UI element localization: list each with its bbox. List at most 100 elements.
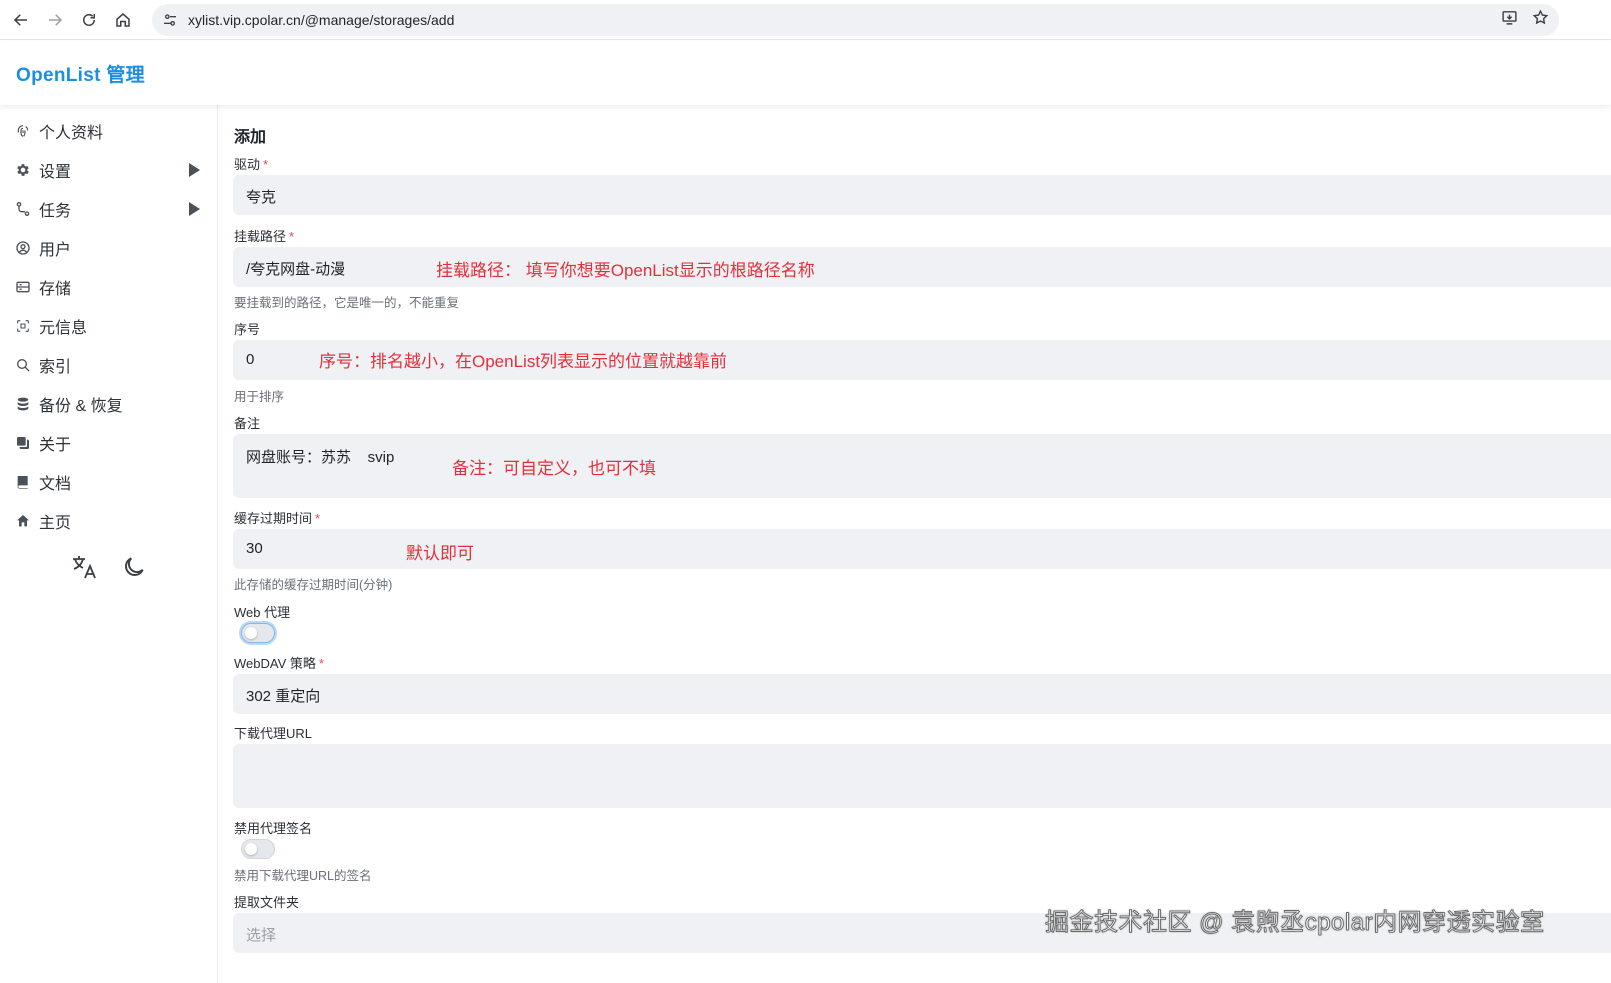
order-annotation: 序号：排名越小，在OpenList列表显示的位置就越靠前: [319, 352, 728, 371]
webdav-policy-value: 302 重定向: [246, 688, 321, 705]
brand-title[interactable]: OpenList 管理: [16, 60, 145, 87]
remark-annotation: 备注：可自定义，也可不填: [452, 459, 656, 478]
sidebar-item-settings[interactable]: 设置: [0, 150, 217, 189]
cache-expiration-annotation: 默认即可: [406, 544, 474, 563]
url-text[interactable]: xylist.vip.cpolar.cn/@manage/storages/ad…: [188, 12, 454, 28]
page-title: 添加: [234, 129, 267, 146]
download-proxy-url-label: 下载代理URL: [234, 723, 312, 742]
mount-path-label: 挂载路径 *: [234, 226, 294, 245]
install-app-icon[interactable]: [1501, 9, 1518, 31]
webdav-policy-label-text: WebDAV 策略: [234, 656, 316, 671]
cache-expiration-label-text: 缓存过期时间: [234, 511, 313, 526]
home-icon: [15, 513, 31, 529]
database-icon: [15, 396, 31, 412]
order-help: 用于排序: [234, 390, 285, 404]
user-circle-icon: [15, 240, 31, 256]
book-icon: [15, 474, 31, 490]
back-icon[interactable]: [4, 3, 38, 37]
sidebar-item-indexes[interactable]: 索引: [0, 345, 217, 384]
sidebar-item-label: 任务: [39, 202, 72, 220]
metadata-icon: [15, 318, 31, 334]
storage-icon: [15, 279, 31, 295]
remark-value: 网盘账号：苏苏 svip: [246, 449, 395, 466]
reload-icon[interactable]: [72, 3, 106, 37]
extract-folder-label: 提取文件夹: [234, 892, 299, 911]
order-label-text: 序号: [234, 322, 261, 337]
sidebar-item-label: 文档: [39, 475, 72, 493]
order-value: 0: [246, 351, 255, 368]
order-label: 序号: [234, 319, 260, 338]
driver-label-text: 驱动: [234, 157, 261, 172]
app-header: OpenList 管理: [0, 41, 1611, 105]
expand-caret-icon[interactable]: [189, 163, 200, 177]
sidebar-item-label: 索引: [39, 358, 72, 376]
sidebar-item-label: 用户: [39, 241, 72, 259]
sidebar-item-label: 备份 & 恢复: [39, 397, 123, 415]
moon-icon[interactable]: [120, 553, 148, 581]
remark-label-text: 备注: [234, 416, 261, 431]
cache-expiration-label: 缓存过期时间 *: [234, 508, 320, 527]
required-mark: *: [289, 229, 295, 244]
bookmark-star-icon[interactable]: [1532, 9, 1549, 31]
sidebar-item-label: 主页: [39, 514, 72, 532]
extract-folder-placeholder: 选择: [246, 927, 277, 944]
webdav-policy-label: WebDAV 策略 *: [234, 653, 324, 672]
forward-icon[interactable]: [38, 3, 72, 37]
copy-icon: [15, 435, 31, 451]
address-bar[interactable]: xylist.vip.cpolar.cn/@manage/storages/ad…: [152, 4, 1559, 36]
sidebar-item-backup-restore[interactable]: 备份 & 恢复: [0, 384, 217, 423]
web-proxy-toggle[interactable]: [241, 623, 275, 643]
webdav-policy-select[interactable]: 302 重定向: [233, 674, 1611, 714]
required-mark: *: [263, 157, 269, 172]
sidebar-item-metas[interactable]: 元信息: [0, 306, 217, 345]
expand-caret-icon[interactable]: [189, 202, 200, 216]
sidebar-item-home[interactable]: 主页: [0, 501, 217, 540]
sidebar-item-label: 个人资料: [39, 124, 104, 142]
search-icon: [15, 357, 31, 373]
remark-textarea[interactable]: 网盘账号：苏苏 svip: [233, 434, 1611, 498]
mount-path-label-text: 挂载路径: [234, 229, 287, 244]
toggle-knob: [245, 843, 257, 855]
watermark: 掘金技术社区 @ 袁煦丞cpolar内网穿透实验室: [1045, 909, 1545, 937]
sidebar-item-about[interactable]: 关于: [0, 423, 217, 462]
disable-proxy-sign-help: 禁用下载代理URL的签名: [234, 869, 372, 883]
translate-icon[interactable]: [70, 553, 98, 581]
sidebar-item-label: 元信息: [39, 319, 88, 337]
remark-label: 备注: [234, 413, 260, 432]
fingerprint-icon: [15, 123, 31, 139]
site-settings-icon[interactable]: [160, 12, 180, 28]
driver-label: 驱动 *: [234, 154, 268, 173]
download-proxy-url-textarea[interactable]: [233, 744, 1611, 808]
sidebar: 个人资料 设置 任务 用户 存储 元信息 索引 备份 & 恢复 关于 文档 主页: [0, 105, 218, 983]
driver-select[interactable]: 夸克: [233, 175, 1611, 215]
browser-toolbar: xylist.vip.cpolar.cn/@manage/storages/ad…: [0, 0, 1611, 40]
sidebar-item-profile[interactable]: 个人资料: [0, 111, 217, 150]
route-icon: [15, 201, 31, 217]
sidebar-item-storages[interactable]: 存储: [0, 267, 217, 306]
sidebar-item-docs[interactable]: 文档: [0, 462, 217, 501]
mount-path-value: /夸克网盘-动漫: [246, 261, 346, 278]
sidebar-item-tasks[interactable]: 任务: [0, 189, 217, 228]
extract-folder-label-text: 提取文件夹: [234, 895, 300, 910]
disable-proxy-sign-label-text: 禁用代理签名: [234, 821, 313, 836]
mount-path-annotation: 挂载路径： 填写你想要OpenList显示的根路径名称: [436, 261, 815, 280]
gear-icon: [15, 162, 31, 178]
disable-proxy-sign-label: 禁用代理签名: [234, 818, 312, 837]
toggle-knob: [245, 627, 257, 639]
home-page-icon[interactable]: [106, 3, 140, 37]
required-mark: *: [318, 656, 324, 671]
sidebar-item-label: 存储: [39, 280, 72, 298]
sidebar-item-label: 关于: [39, 436, 72, 454]
disable-proxy-sign-toggle[interactable]: [241, 839, 275, 859]
download-proxy-url-label-text: 下载代理URL: [234, 726, 313, 741]
main-content: 添加 驱动 * 夸克 挂载路径 * /夸克网盘-动漫 挂载路径： 填写你想要Open…: [219, 105, 1611, 983]
cache-expiration-value: 30: [246, 540, 263, 557]
sidebar-tools: [0, 553, 218, 581]
required-mark: *: [315, 511, 321, 526]
mount-path-help: 要挂载到的路径，它是唯一的，不能重复: [234, 296, 460, 310]
cache-expiration-help: 此存储的缓存过期时间(分钟): [234, 578, 393, 592]
driver-value: 夸克: [246, 189, 277, 206]
sidebar-item-label: 设置: [39, 163, 72, 181]
web-proxy-label: Web 代理: [234, 602, 290, 621]
sidebar-item-users[interactable]: 用户: [0, 228, 217, 267]
